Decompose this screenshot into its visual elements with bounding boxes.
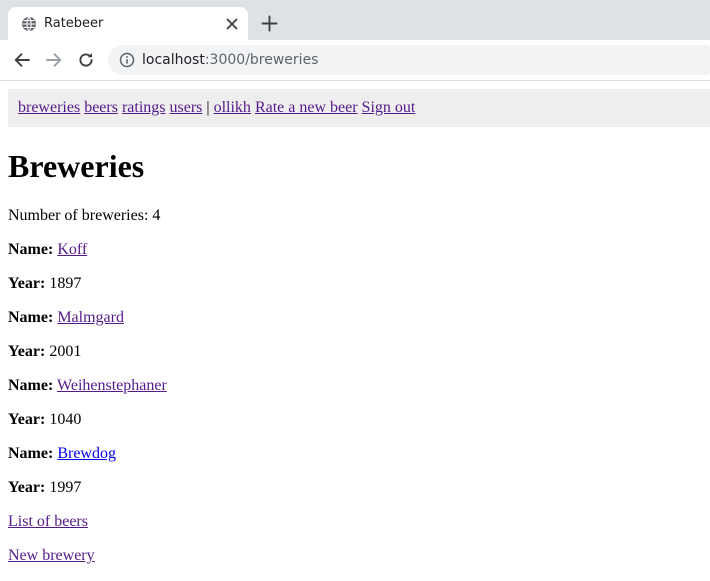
brewery-name-row: Name: Koff — [8, 240, 87, 259]
url-text[interactable]: localhost:3000/breweries — [142, 51, 318, 69]
year-label: Year: — [8, 275, 46, 292]
brewery-year-row: Year: 1897 — [8, 274, 81, 293]
name-label: Name: — [8, 241, 54, 258]
name-label: Name: — [8, 377, 54, 394]
globe-icon — [22, 16, 36, 32]
brewery-name-row: Name: Brewdog — [8, 444, 116, 463]
brewery-name-row: Name: Malmgard — [8, 308, 124, 327]
tab-strip: Ratebeer — [0, 0, 710, 40]
new-brewery-link[interactable]: New brewery — [8, 547, 95, 564]
list-of-beers-row: List of beers — [8, 512, 88, 531]
nav-link-breweries[interactable]: breweries — [18, 99, 80, 116]
address-bar[interactable]: localhost:3000/breweries — [108, 45, 710, 75]
arrow-right-icon[interactable] — [45, 51, 63, 69]
info-icon[interactable] — [119, 52, 135, 68]
nav-link-ratings[interactable]: ratings — [122, 99, 166, 116]
brewery-year-row: Year: 2001 — [8, 342, 81, 361]
nav-link-sign-out[interactable]: Sign out — [362, 99, 416, 116]
nav-link-users[interactable]: users — [170, 99, 203, 116]
arrow-left-icon[interactable] — [13, 51, 31, 69]
name-label: Name: — [8, 309, 54, 326]
page-title: Breweries — [8, 148, 145, 184]
browser-toolbar: localhost:3000/breweries — [0, 40, 710, 81]
brewery-year-row: Year: 1997 — [8, 478, 81, 497]
reload-icon[interactable] — [77, 51, 95, 69]
name-label: Name: — [8, 445, 54, 462]
brewery-year: 1040 — [49, 411, 82, 428]
year-label: Year: — [8, 411, 46, 428]
nav-separator: | — [206, 99, 210, 116]
close-icon[interactable] — [224, 16, 240, 32]
brewery-count-value: 4 — [152, 207, 161, 224]
plus-icon[interactable] — [261, 15, 278, 32]
list-of-beers-link[interactable]: List of beers — [8, 513, 88, 530]
url-path: :3000/breweries — [204, 52, 319, 68]
url-host: localhost — [142, 52, 205, 68]
browser-tab[interactable]: Ratebeer — [8, 7, 248, 40]
brewery-year: 2001 — [49, 343, 82, 360]
brewery-link-koff[interactable]: Koff — [57, 241, 87, 258]
year-label: Year: — [8, 343, 46, 360]
nav-link-rate-new-beer[interactable]: Rate a new beer — [255, 99, 358, 116]
year-label: Year: — [8, 479, 46, 496]
site-navbar: breweries beers ratings users | ollikh R… — [8, 89, 710, 127]
brewery-link-malmgard[interactable]: Malmgard — [57, 309, 124, 326]
brewery-year: 1997 — [49, 479, 82, 496]
nav-link-beers[interactable]: beers — [84, 99, 118, 116]
brewery-count: Number of breweries: 4 — [8, 206, 160, 225]
brewery-year: 1897 — [49, 275, 82, 292]
nav-link-username[interactable]: ollikh — [214, 99, 251, 116]
brewery-link-weihenstephaner[interactable]: Weihenstephaner — [57, 377, 167, 394]
tab-title: Ratebeer — [44, 16, 104, 31]
brewery-name-row: Name: Weihenstephaner — [8, 376, 167, 395]
page-content: breweries beers ratings users | ollikh R… — [0, 81, 710, 581]
brewery-count-label: Number of breweries: — [8, 207, 149, 224]
new-brewery-row: New brewery — [8, 546, 95, 565]
brewery-year-row: Year: 1040 — [8, 410, 81, 429]
brewery-link-brewdog[interactable]: Brewdog — [57, 445, 116, 462]
